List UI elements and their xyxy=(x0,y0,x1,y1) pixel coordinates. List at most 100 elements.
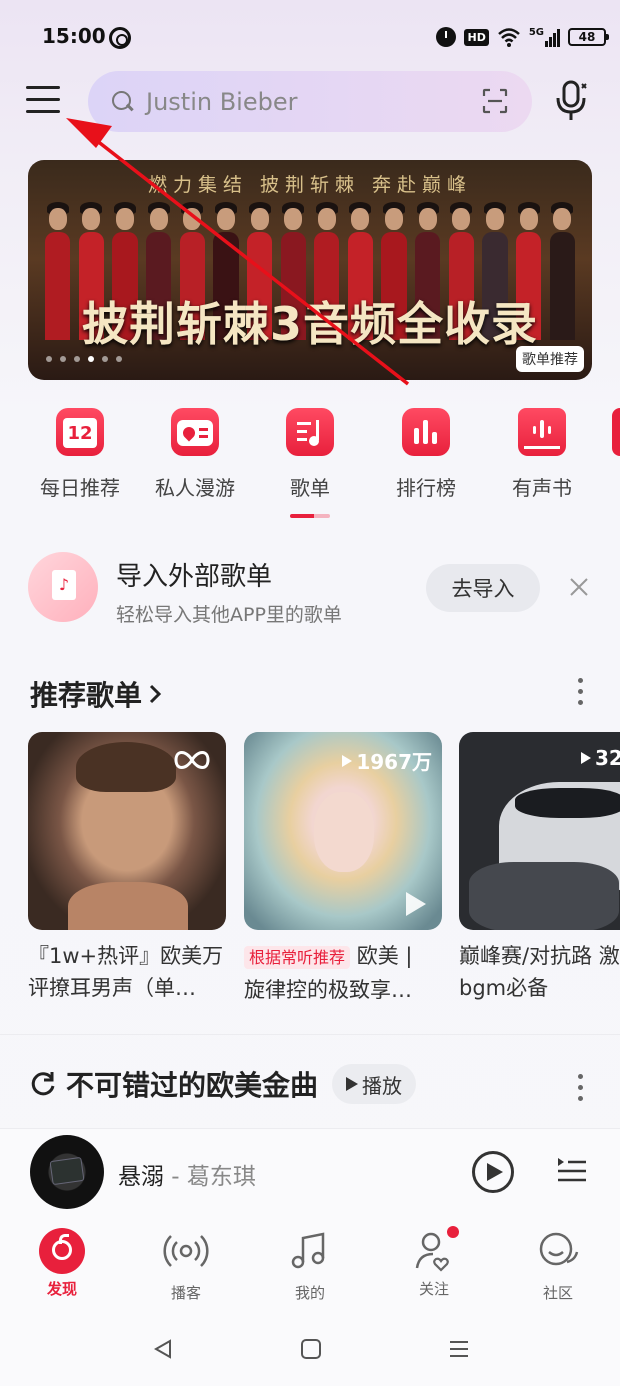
play-icon xyxy=(487,1163,503,1181)
quick-nav-charts[interactable]: 排行榜 xyxy=(376,408,476,501)
playlist-title-line2: bgm必备 xyxy=(459,976,549,1000)
refresh-icon[interactable] xyxy=(30,1071,56,1097)
playlist-cover xyxy=(28,732,226,930)
tab-community[interactable]: 社区 xyxy=(518,1228,598,1303)
quick-nav: 12 每日推荐 私人漫游 歌单 排行榜 有声书 xyxy=(0,408,620,518)
menu-button[interactable] xyxy=(26,86,62,116)
search-bar[interactable]: Justin Bieber xyxy=(88,71,532,132)
banner-dot-active xyxy=(88,356,94,362)
hamburger-icon xyxy=(26,86,60,89)
banner-pagination xyxy=(46,356,122,362)
search-placeholder: Justin Bieber xyxy=(146,87,298,116)
playlist-icon xyxy=(286,408,334,456)
import-button[interactable]: 去导入 xyxy=(426,564,540,612)
scan-icon[interactable] xyxy=(482,88,508,114)
search-icon xyxy=(112,90,134,113)
section-more-icon[interactable] xyxy=(578,1074,584,1104)
play-count: 32 xyxy=(581,746,620,770)
notification-dot xyxy=(447,1226,459,1238)
tab-discover[interactable]: 发现 xyxy=(22,1228,102,1299)
mini-player[interactable]: 悬溺 - 葛东琪 xyxy=(0,1128,620,1214)
quick-nav-label: 每日推荐 xyxy=(40,476,120,500)
tab-label: 我的 xyxy=(294,1284,325,1302)
wifi-icon xyxy=(497,28,520,47)
quick-nav-label: 有声书 xyxy=(512,476,572,500)
playlist-title-line2: 旋律控的极致享… xyxy=(244,978,412,1002)
recents-icon[interactable] xyxy=(448,1338,470,1360)
album-art[interactable] xyxy=(30,1135,104,1209)
playlist-title-line1: 巅峰赛/对抗路 激 xyxy=(459,944,620,968)
signal-icon: 5G xyxy=(529,27,560,47)
playlist-cover: 32 xyxy=(459,732,620,930)
tab-follow[interactable]: 关注 xyxy=(394,1226,474,1299)
radio-icon xyxy=(171,408,219,456)
section-header: 不可错过的欧美金曲 播放 xyxy=(30,1064,417,1104)
tab-mine[interactable]: 我的 xyxy=(270,1228,350,1303)
section-title: 不可错过的欧美金曲 xyxy=(66,1069,319,1102)
play-count-value: 32 xyxy=(595,746,620,770)
play-count: 1967万 xyxy=(342,746,432,775)
quick-nav-roam[interactable]: 私人漫游 xyxy=(145,408,245,501)
promo-banner[interactable]: 燃力集结 披荆斩棘 奔赴巅峰 披荆斩棘3音频全收录 歌单推荐 xyxy=(28,160,592,380)
banner-dot xyxy=(74,356,80,362)
tab-label: 社区 xyxy=(542,1284,573,1302)
recommend-title-link[interactable]: 推荐歌单 xyxy=(30,674,162,714)
play-all-label: 播放 xyxy=(362,1073,403,1098)
banner-dot xyxy=(116,356,122,362)
play-pause-button[interactable] xyxy=(472,1151,514,1193)
voice-search-icon[interactable] xyxy=(555,80,589,122)
music-note-icon xyxy=(291,1232,325,1269)
quick-nav-daily[interactable]: 12 每日推荐 xyxy=(30,408,130,501)
bottom-nav: 发现 播客 我的 关注 社区 xyxy=(0,1214,620,1310)
home-icon[interactable] xyxy=(300,1338,322,1360)
tab-label: 播客 xyxy=(170,1284,201,1302)
status-time: 15:00 xyxy=(42,24,106,48)
calendar-day: 12 xyxy=(63,418,97,448)
follow-icon xyxy=(411,1226,459,1274)
banner-tag: 歌单推荐 xyxy=(516,346,584,372)
playlist-cover: 1967万 xyxy=(244,732,442,930)
playlist-title-line1: 『1w+热评』欧美万 xyxy=(28,944,224,968)
playlist-card[interactable]: 1967万 根据常听推荐 欧美 | 旋律控的极致享… xyxy=(244,732,442,1006)
back-icon[interactable] xyxy=(152,1338,174,1360)
playlist-card[interactable]: 『1w+热评』欧美万 评撩耳男声（单… xyxy=(28,732,226,1004)
song-title: 悬溺 xyxy=(118,1164,164,1190)
playlist-title-line1: 欧美 | xyxy=(356,944,413,968)
netease-status-icon xyxy=(109,27,131,49)
playlist-card[interactable]: 32 巅峰赛/对抗路 激 bgm必备 xyxy=(459,732,620,1004)
close-icon[interactable] xyxy=(568,576,590,598)
recommend-tag: 根据常听推荐 xyxy=(244,946,351,969)
banner-dot xyxy=(60,356,66,362)
play-small-icon xyxy=(342,754,353,767)
quick-nav-label: 歌单 xyxy=(290,476,330,500)
recommend-title: 推荐歌单 xyxy=(30,679,143,712)
quick-nav-indicator xyxy=(290,514,330,518)
playlist-queue-icon[interactable] xyxy=(556,1155,588,1185)
quick-nav-playlist[interactable]: 歌单 xyxy=(260,408,360,501)
chevron-right-icon xyxy=(149,684,162,704)
network-label: 5G xyxy=(528,27,544,38)
quick-nav-overflow[interactable] xyxy=(612,408,620,456)
tab-label: 发现 xyxy=(46,1280,77,1298)
banner-title: 披荆斩棘3音频全收录 xyxy=(81,297,538,351)
status-bar: 15:00 HD 5G 48 xyxy=(0,0,620,72)
podcast-icon xyxy=(163,1235,209,1267)
hd-badge: HD xyxy=(464,28,489,46)
tab-podcast[interactable]: 播客 xyxy=(146,1228,226,1303)
battery-level: 48 xyxy=(578,30,596,44)
tab-label: 关注 xyxy=(418,1280,449,1298)
quick-nav-label: 排行榜 xyxy=(396,476,456,500)
calendar-icon: 12 xyxy=(56,408,104,456)
play-all-button[interactable]: 播放 xyxy=(332,1064,417,1104)
play-icon[interactable] xyxy=(404,890,428,918)
import-title: 导入外部歌单 xyxy=(116,562,273,592)
recommend-more-icon[interactable] xyxy=(578,678,584,708)
banner-dot xyxy=(46,356,52,362)
quick-nav-label: 私人漫游 xyxy=(155,476,235,500)
import-playlist-icon xyxy=(28,552,98,622)
quick-nav-audiobook[interactable]: 有声书 xyxy=(492,408,592,501)
play-small-icon xyxy=(581,752,591,764)
section-divider xyxy=(0,1034,620,1035)
playlist-title-line2: 评撩耳男声（单… xyxy=(28,976,196,1000)
alarm-icon xyxy=(436,27,457,47)
